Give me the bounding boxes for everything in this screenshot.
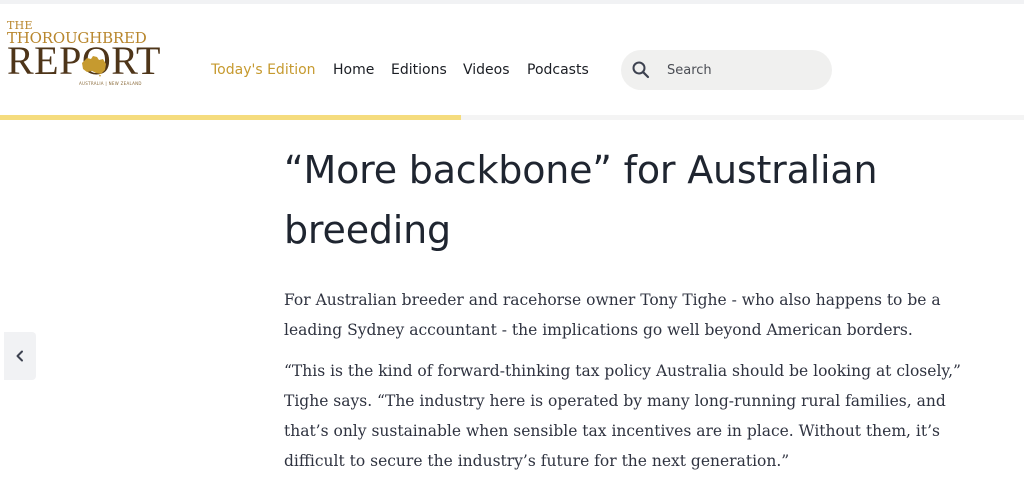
- logo-subtitle: AUSTRALIA | NEW ZEALAND: [79, 81, 142, 86]
- article: “More backbone” for Australian breeding …: [284, 140, 984, 476]
- nav-item-editions[interactable]: Editions: [391, 62, 463, 78]
- main-nav: Today's Edition Home Editions Videos Pod…: [211, 62, 597, 78]
- top-rule: [0, 0, 1024, 4]
- previous-article-tab[interactable]: [4, 332, 36, 380]
- site-logo[interactable]: THE THOROUGHBRED REPORT AUSTRALIA | NEW …: [7, 19, 160, 89]
- nav-item-podcasts[interactable]: Podcasts: [527, 62, 597, 78]
- reading-progress-fill: [0, 115, 461, 120]
- australia-map-icon: [82, 56, 106, 77]
- article-headline: “More backbone” for Australian breeding: [284, 148, 878, 252]
- nav-item-videos[interactable]: Videos: [463, 62, 527, 78]
- nav-item-todays-edition[interactable]: Today's Edition: [211, 62, 333, 78]
- article-paragraph: “This is the kind of forward-thinking ta…: [284, 362, 961, 470]
- article-paragraph: For Australian breeder and racehorse own…: [284, 291, 941, 339]
- search-input[interactable]: [667, 60, 817, 80]
- reading-progress-bar: [0, 115, 1024, 120]
- search-icon[interactable]: [631, 60, 651, 80]
- nav-item-home[interactable]: Home: [333, 62, 391, 78]
- chevron-left-icon: [16, 350, 23, 362]
- search-box[interactable]: [621, 50, 832, 90]
